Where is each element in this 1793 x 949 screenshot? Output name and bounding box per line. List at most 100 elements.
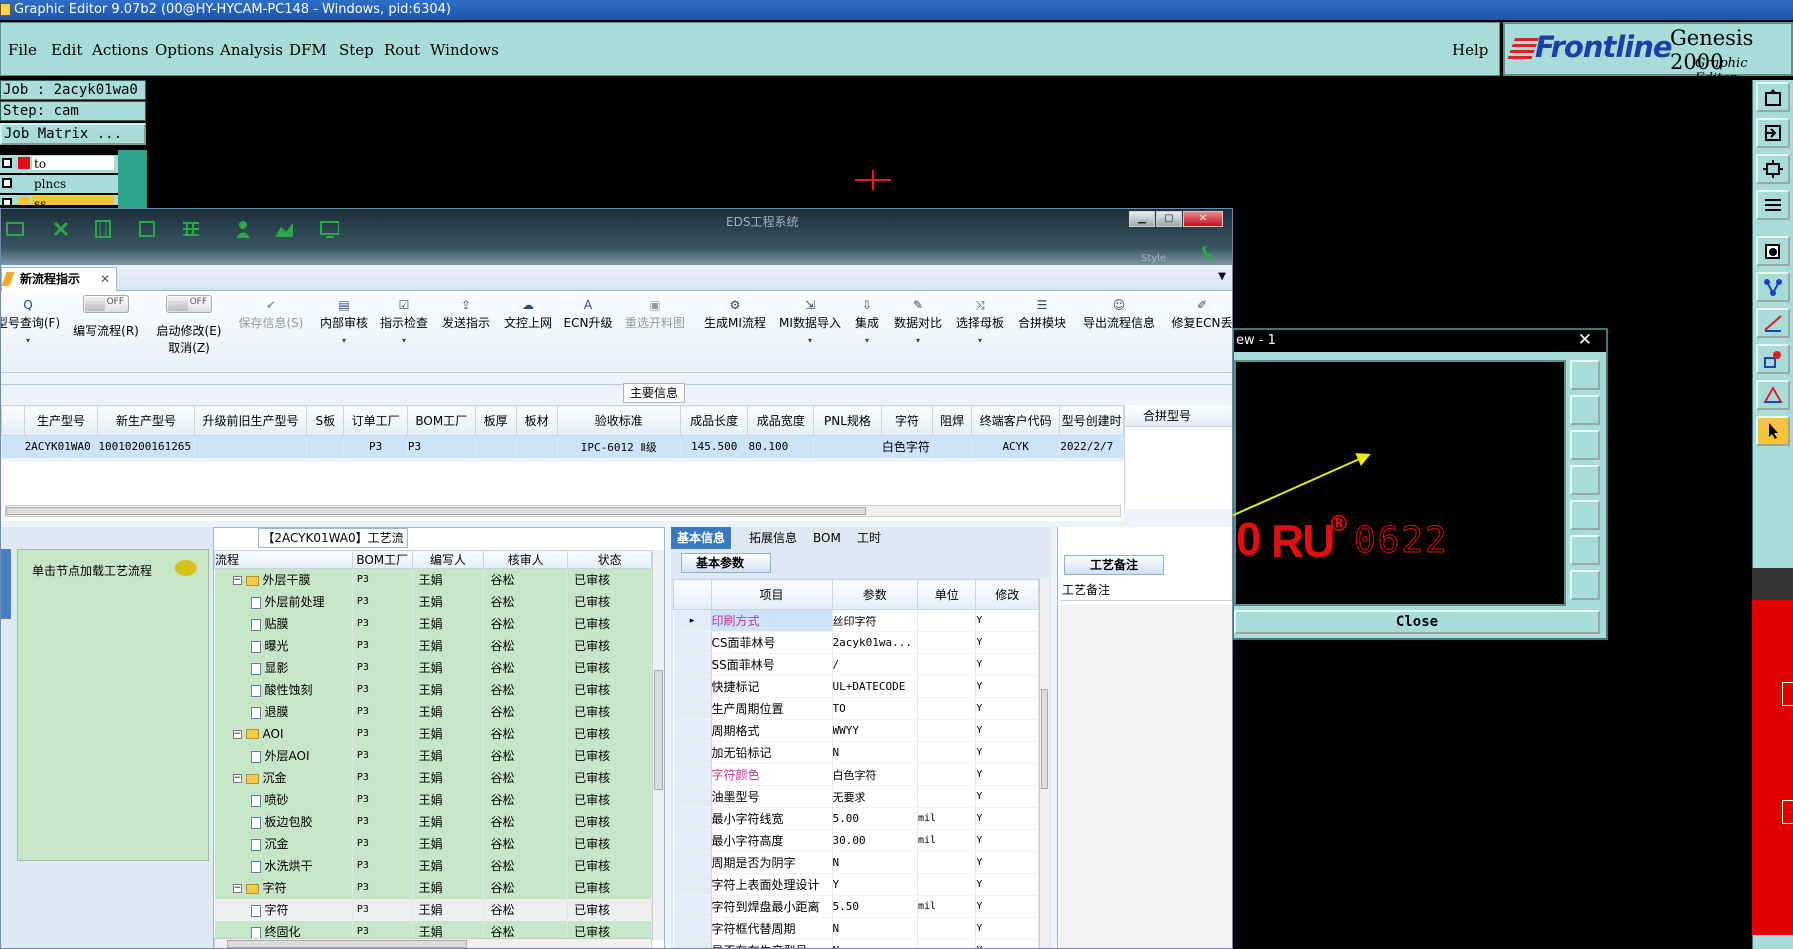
table-row[interactable]: − 外层干膜 P3 王娟 谷松 已审核 — [214, 568, 652, 591]
table-row[interactable]: ▸ 印刷方式 丝印字符 Y — [673, 609, 1039, 632]
param-value-cell[interactable]: 5.50 — [832, 895, 918, 918]
phone-icon[interactable] — [1199, 243, 1219, 263]
table-row[interactable]: 生产周期位置 TO Y — [673, 697, 1039, 720]
params-header-cell[interactable]: 修改 — [975, 579, 1039, 610]
sub-tool-icon[interactable] — [1570, 500, 1600, 530]
grid-header-cell[interactable]: 阻焊 — [932, 405, 973, 436]
menu-edit[interactable]: Edit — [51, 41, 82, 59]
table-row[interactable]: 显影 P3 王娟 谷松 已审核 — [214, 656, 652, 679]
table-row[interactable]: − 字符 P3 王娟 谷松 已审核 — [214, 876, 652, 899]
ribbon-export-flow[interactable]: ☺ 导出流程信息 — [1075, 291, 1163, 373]
scissors-icon[interactable] — [51, 219, 71, 239]
ribbon-compare[interactable]: ✎ 数据对比 ▾ — [889, 291, 947, 373]
collapse-icon[interactable]: − — [232, 729, 242, 739]
param-value-cell[interactable]: 2acyk01wa... — [832, 631, 918, 654]
grid-header-cell[interactable]: BOM工厂 — [406, 405, 476, 436]
grid-header-cell[interactable]: PNL规格 — [813, 405, 882, 436]
flow-header-cell[interactable]: 流程 — [214, 550, 353, 569]
flow-header-cell[interactable]: 状态 — [567, 550, 652, 569]
eds-maximize-button[interactable]: ▢ — [1156, 211, 1182, 227]
param-value-cell[interactable]: WWYY — [832, 719, 918, 742]
toolbar-insert-icon[interactable] — [1756, 118, 1790, 148]
sub-tool-icon[interactable] — [1570, 395, 1600, 425]
sub-tool-icon[interactable] — [1570, 430, 1600, 460]
main-grid-hscroll[interactable] — [5, 505, 1121, 517]
ribbon-model-query[interactable]: Q 型号查询(F) ▾ — [1, 291, 67, 373]
subwindow-canvas[interactable]: 0 RU ® 0622 — [1234, 360, 1566, 606]
collapse-icon[interactable]: − — [232, 884, 242, 893]
params-vscroll[interactable] — [1039, 579, 1049, 948]
grid-header-cell[interactable]: 板厚 — [474, 405, 517, 436]
toolbar-pad-icon[interactable] — [1756, 236, 1790, 266]
user-icon[interactable] — [233, 219, 253, 239]
subwindow-close-icon[interactable]: ✕ — [1578, 329, 1592, 351]
scroll-thumb[interactable] — [654, 670, 663, 790]
ribbon-edit-flow[interactable]: OFF 编写流程(R) — [69, 291, 143, 373]
param-value-cell[interactable]: 无要求 — [832, 785, 918, 808]
tab-dropdown-icon[interactable]: ▼ — [1218, 271, 1226, 282]
param-value-cell[interactable]: 丝印字符 — [832, 609, 918, 632]
sub-tool-icon[interactable] — [1570, 360, 1600, 390]
toolbar-net-icon[interactable] — [1756, 272, 1790, 302]
grid-header-cell[interactable]: S板 — [306, 405, 345, 436]
grid-header-cell[interactable]: 板材 — [515, 405, 558, 436]
menu-analysis[interactable]: Analysis — [220, 41, 283, 59]
scroll-thumb[interactable] — [227, 940, 467, 948]
table-row[interactable]: 喷砂 P3 王娟 谷松 已审核 — [214, 788, 652, 811]
grid-header-cell[interactable]: 终端客户代码 — [971, 405, 1061, 436]
eds-close-button[interactable]: ✕ — [1183, 211, 1223, 227]
ribbon-reselect-cut[interactable]: ▣ 重选开料图 — [617, 291, 693, 373]
table-row[interactable]: 字符上表面处理设计 Y Y — [673, 873, 1039, 896]
param-value-cell[interactable]: 白色字符 — [832, 763, 918, 786]
table-row[interactable]: 周期格式 WWYY Y — [673, 719, 1039, 742]
grid-icon[interactable] — [5, 219, 25, 239]
table-row[interactable]: 最小字符线宽 5.00 mil Y — [673, 807, 1039, 830]
sub-tool-icon[interactable] — [1570, 570, 1600, 600]
ribbon-gen-mi[interactable]: ⚙ 生成MI流程 — [697, 291, 773, 373]
param-value-cell[interactable]: N — [832, 917, 918, 940]
ribbon-merge-module[interactable]: ☰ 合拼模块 — [1013, 291, 1071, 373]
tab-bom[interactable]: BOM — [807, 527, 847, 549]
table-row[interactable]: 字符 P3 王娟 谷松 已审核 — [214, 898, 652, 921]
tab-new-flow[interactable]: 新流程指示 ✕ — [1, 267, 117, 291]
tab-close-icon[interactable]: ✕ — [100, 268, 110, 290]
table-row[interactable]: CS面菲林号 2acyk01wa... Y — [673, 631, 1039, 654]
menu-windows[interactable]: Windows — [430, 41, 499, 59]
toolbar-fit-icon[interactable] — [1756, 154, 1790, 184]
eds-minimize-button[interactable]: ▁ — [1129, 211, 1155, 227]
table-row[interactable]: 是否存在生产型号N Y — [673, 939, 1039, 948]
param-value-cell[interactable]: UL+DATECODE — [832, 675, 918, 698]
param-value-cell[interactable]: 30.00 — [832, 829, 918, 852]
grid-header-cell[interactable]: 生产型号 — [23, 405, 99, 436]
film-icon[interactable] — [93, 219, 113, 239]
layer-row-plncs[interactable]: plncs — [0, 175, 118, 193]
table-row[interactable]: 酸性蚀刻 P3 王娟 谷松 已审核 — [214, 678, 652, 701]
grid-header-cell[interactable]: 字符 — [880, 405, 934, 436]
table-row[interactable]: 外层前处理 P3 王娟 谷松 已审核 — [214, 590, 652, 613]
flow-hscroll[interactable] — [214, 938, 652, 948]
ribbon-save-info[interactable]: ✔ 保存信息(S) — [233, 291, 309, 373]
params-header-cell[interactable]: 参数 — [831, 579, 918, 610]
ribbon-send[interactable]: ⇪ 发送指示 — [437, 291, 495, 373]
param-value-cell[interactable]: TO — [832, 697, 918, 720]
toolbar-pointer-icon[interactable] — [1756, 416, 1790, 446]
menu-actions[interactable]: Actions — [92, 41, 148, 59]
table-row[interactable]: 贴膜 P3 王娟 谷松 已审核 — [214, 612, 652, 635]
grid-header-cell[interactable]: 成品宽度 — [747, 405, 815, 436]
toolbar-line-icon[interactable] — [1756, 308, 1790, 338]
toolbar-drill-icon[interactable] — [1756, 344, 1790, 374]
grid-header-cell[interactable]: 型号创建时 — [1059, 405, 1124, 436]
style-selector[interactable]: Style — [1141, 253, 1166, 264]
menu-step[interactable]: Step — [339, 41, 374, 59]
table-row[interactable]: 字符颜色 白色字符 Y — [673, 763, 1039, 786]
table-row[interactable]: 沉金 P3 王娟 谷松 已审核 — [214, 832, 652, 855]
ribbon-ecn-upgrade[interactable]: A ECN升级 — [559, 291, 617, 373]
scroll-thumb[interactable] — [1041, 689, 1048, 789]
table-row[interactable]: 外层AOI P3 王娟 谷松 已审核 — [214, 744, 652, 767]
ribbon-fix-ecn[interactable]: ✐ 修复ECN丢 — [1167, 291, 1232, 373]
grid-header-cell[interactable]: 验收标准 — [556, 405, 681, 436]
param-value-cell[interactable]: Y — [832, 873, 918, 896]
table-row[interactable]: 快捷标记 UL+DATECODE Y — [673, 675, 1039, 698]
table-row[interactable]: 周期是否为阴字 N Y — [673, 851, 1039, 874]
ribbon-select-mother[interactable]: ⤨ 选择母板 ▾ — [951, 291, 1009, 373]
